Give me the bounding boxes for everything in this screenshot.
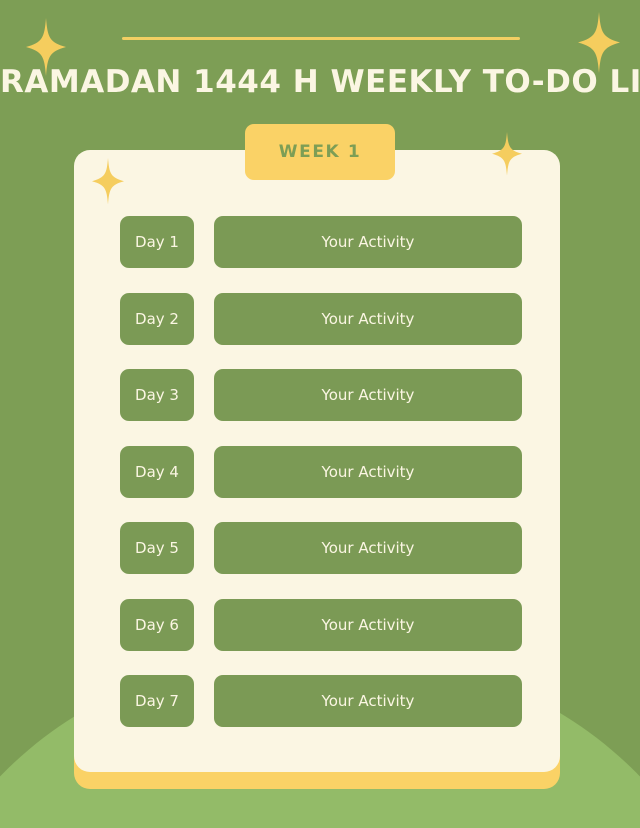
day-label-pill[interactable]: Day 1 xyxy=(120,216,194,268)
day-label-pill[interactable]: Day 4 xyxy=(120,445,194,498)
table-row: Day 6 Your Activity xyxy=(120,598,522,651)
day-label-pill[interactable]: Day 7 xyxy=(120,675,194,727)
activity-field[interactable]: Your Activity xyxy=(214,598,522,651)
sparkle-top-right-icon xyxy=(578,12,620,73)
activity-field[interactable]: Your Activity xyxy=(214,675,522,727)
activity-field[interactable]: Your Activity xyxy=(214,292,522,345)
table-row: Day 1 Your Activity xyxy=(120,216,522,268)
sparkle-card-top-left-icon xyxy=(92,158,124,205)
activity-field[interactable]: Your Activity xyxy=(214,369,522,421)
week-badge[interactable]: WEEK 1 xyxy=(245,124,395,180)
table-row: Day 7 Your Activity xyxy=(120,675,522,727)
table-row: Day 3 Your Activity xyxy=(120,369,522,421)
sparkle-top-left-icon xyxy=(26,18,66,76)
activity-field[interactable]: Your Activity xyxy=(214,445,522,498)
day-label-pill[interactable]: Day 5 xyxy=(120,522,194,574)
day-label-pill[interactable]: Day 3 xyxy=(120,369,194,421)
poster-canvas: RAMADAN 1444 H WEEKLY TO-DO LIST WEEK 1 … xyxy=(0,0,640,828)
todo-card: Day 1 Your Activity Day 2 Your Activity Day … xyxy=(74,150,560,772)
day-label-pill[interactable]: Day 6 xyxy=(120,598,194,651)
week-badge-label: WEEK 1 xyxy=(278,142,362,162)
table-row: Day 5 Your Activity xyxy=(120,522,522,574)
activity-field[interactable]: Your Activity xyxy=(214,522,522,574)
top-divider-rule xyxy=(122,37,520,40)
sparkle-card-top-right-icon xyxy=(492,132,522,176)
page-title: RAMADAN 1444 H WEEKLY TO-DO LIST xyxy=(0,64,640,100)
table-row: Day 4 Your Activity xyxy=(120,445,522,498)
activity-field[interactable]: Your Activity xyxy=(214,216,522,268)
day-label-pill[interactable]: Day 2 xyxy=(120,292,194,345)
table-row: Day 2 Your Activity xyxy=(120,292,522,345)
